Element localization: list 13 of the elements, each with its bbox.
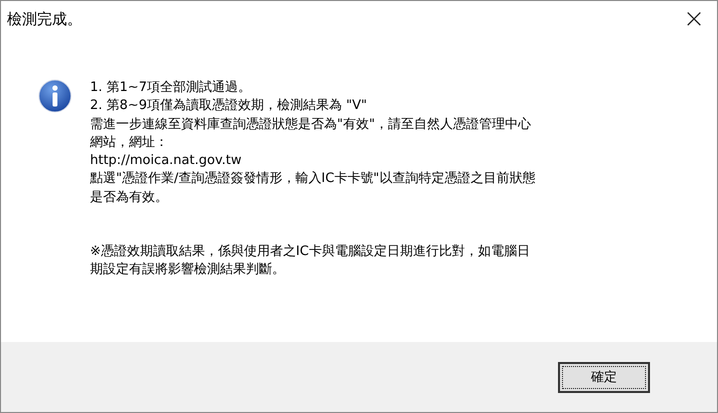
note-line: ※憑證效期讀取結果，係與使用者之IC卡與電腦設定日期進行比對，如電腦日 (90, 243, 531, 262)
ok-button[interactable]: 確定 (558, 362, 650, 392)
window-title: 檢測完成。 (7, 10, 82, 28)
message-line: http://moica.nat.gov.tw (90, 152, 242, 170)
info-icon (38, 79, 72, 113)
message-line: 1. 第1~7項全部測試通過。 (90, 79, 252, 97)
close-button[interactable]: × (671, 1, 717, 37)
message-line: 需進一步連線至資料庫查詢憑證狀態是否為"有效"，請至自然人憑證管理中心 (90, 116, 532, 134)
message-line: 是否為有效。 (90, 188, 169, 207)
note-line: 期設定有誤將影響檢測結果判斷。 (90, 261, 286, 280)
message-line: 網站，網址： (90, 134, 169, 152)
message-line: 點選"憑證作業/查詢憑證簽發情形，輸入IC卡卡號"以查詢特定憑證之目前狀態 (90, 170, 536, 188)
message-line: 2. 第8~9項僅為讀取憑證效期，檢測結果為 "V" (90, 97, 368, 116)
